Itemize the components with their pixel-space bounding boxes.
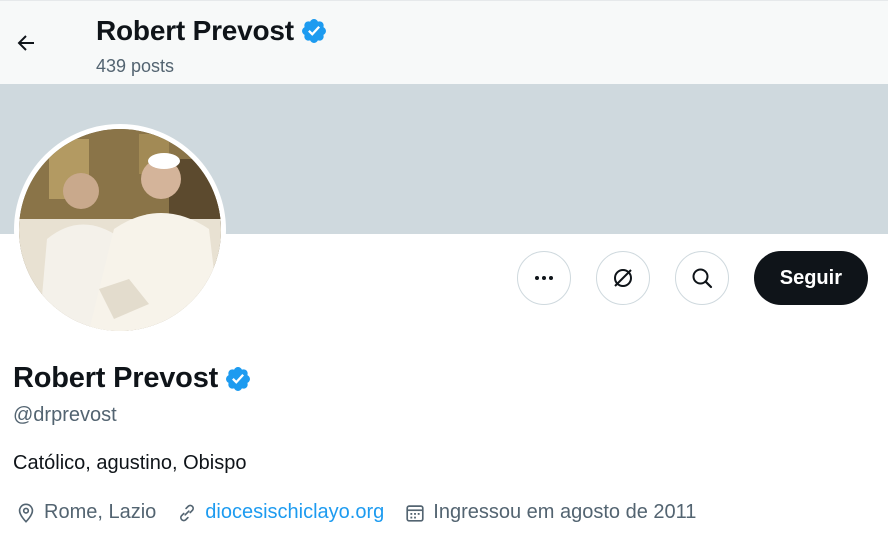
profile-name-row: Robert Prevost — [13, 362, 252, 395]
profile-bio: Católico, agustino, Obispo — [13, 452, 247, 474]
profile-meta: Rome, Lazio diocesischiclayo.org Ingress… — [15, 501, 716, 524]
website-item: diocesischiclayo.org — [176, 501, 384, 524]
more-button[interactable] — [516, 251, 571, 305]
search-icon — [692, 268, 712, 289]
more-dots-icon — [534, 276, 553, 280]
location-item: Rome, Lazio — [15, 501, 156, 524]
website-link[interactable]: diocesischiclayo.org — [205, 501, 384, 524]
profile-header-bar: Robert Prevost 439 posts — [0, 0, 888, 84]
verified-badge-icon[interactable] — [224, 365, 252, 393]
link-icon — [180, 504, 195, 521]
profile-photo — [19, 129, 221, 331]
location-text: Rome, Lazio — [44, 501, 157, 523]
header-title-row: Robert Prevost — [96, 15, 328, 47]
joined-item: Ingressou em agosto de 2011 — [404, 501, 696, 524]
arrow-left-icon — [17, 35, 34, 51]
profile-actions: Seguir — [516, 251, 868, 305]
header-title: Robert Prevost — [96, 15, 294, 46]
follow-button[interactable]: Seguir — [753, 251, 868, 305]
verified-badge-icon — [301, 19, 326, 43]
back-button[interactable] — [6, 23, 46, 63]
avatar[interactable] — [14, 124, 226, 336]
profile-name: Robert Prevost — [13, 362, 219, 394]
profile-handle: @drprevost — [13, 404, 117, 426]
joined-text: Ingressou em agosto de 2011 — [433, 501, 697, 523]
calendar-icon — [406, 504, 424, 522]
location-pin-icon — [18, 502, 34, 523]
grok-button[interactable] — [595, 251, 650, 305]
search-button[interactable] — [674, 251, 729, 305]
posts-count: 439 posts — [96, 56, 175, 76]
grok-icon — [613, 269, 632, 287]
